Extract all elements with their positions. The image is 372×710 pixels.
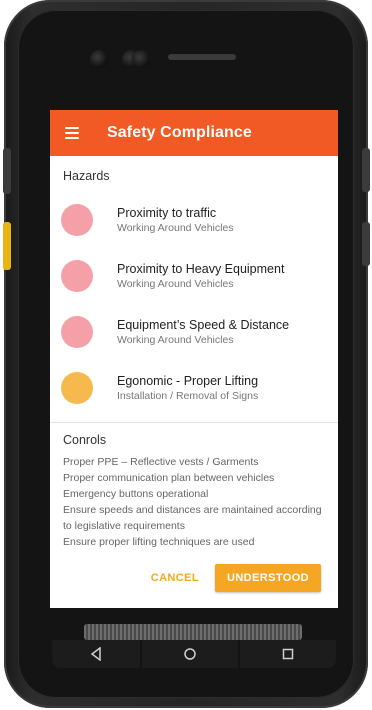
recents-icon xyxy=(282,648,294,660)
hazard-activity: Installation / Removal of Signs xyxy=(117,390,259,402)
hazards-heading: Hazards xyxy=(63,169,110,183)
control-line: Emergency buttons operational xyxy=(63,488,209,500)
hazard-activity: Working Around Vehicles xyxy=(117,334,234,346)
cancel-button[interactable]: CANCEL xyxy=(151,572,199,584)
volume-key[interactable] xyxy=(362,222,370,266)
right-side-key[interactable] xyxy=(362,148,370,192)
home-icon xyxy=(184,648,196,660)
front-camera xyxy=(90,50,108,68)
control-line: to legislative requirements xyxy=(63,520,185,532)
risk-indicator-dot xyxy=(61,372,93,404)
front-sensor-2 xyxy=(132,50,150,68)
dialog-actions: CANCEL UNDERSTOOD xyxy=(151,564,321,592)
hazard-activity: Working Around Vehicles xyxy=(117,278,234,290)
risk-indicator-dot xyxy=(61,204,93,236)
controls-heading: Conrols xyxy=(63,433,107,447)
nav-home-button[interactable] xyxy=(142,640,238,668)
app-screen: Safety Compliance Hazards Proximity to t… xyxy=(50,110,338,608)
hazard-name: Equipment’s Speed & Distance xyxy=(117,318,290,332)
ptt-button[interactable] xyxy=(3,222,11,270)
earpiece-grille xyxy=(168,54,236,60)
understood-button[interactable]: UNDERSTOOD xyxy=(214,564,321,592)
hazard-item[interactable]: Equipment’s Speed & Distance Working Aro… xyxy=(50,304,338,360)
bottom-speaker-grille xyxy=(84,624,302,640)
risk-indicator-dot xyxy=(61,316,93,348)
risk-indicator-dot xyxy=(61,260,93,292)
control-line: Ensure speeds and distances are maintain… xyxy=(63,504,322,516)
nav-back-button[interactable] xyxy=(52,640,140,668)
phone-device: Safety Compliance Hazards Proximity to t… xyxy=(4,0,368,708)
hazard-activity: Working Around Vehicles xyxy=(117,222,234,234)
app-title: Safety Compliance xyxy=(107,124,252,141)
hazards-list: Proximity to traffic Working Around Vehi… xyxy=(50,186,338,416)
back-icon xyxy=(90,647,101,661)
hazard-item[interactable]: Egonomic - Proper Lifting Installation /… xyxy=(50,360,338,416)
controls-list: Proper PPE – Reflective vests / Garments… xyxy=(50,447,338,550)
control-line: Proper communication plan between vehicl… xyxy=(63,472,275,484)
hazard-item[interactable]: Proximity to traffic Working Around Vehi… xyxy=(50,192,338,248)
nav-recents-button[interactable] xyxy=(240,640,336,668)
control-line: Proper PPE – Reflective vests / Garments xyxy=(63,456,259,468)
hazard-name: Proximity to Heavy Equipment xyxy=(117,262,285,276)
hazard-item[interactable]: Proximity to Heavy Equipment Working Aro… xyxy=(50,248,338,304)
control-line: Ensure proper lifting techniques are use… xyxy=(63,536,255,548)
hazard-name: Proximity to traffic xyxy=(117,206,217,220)
app-bar: Safety Compliance xyxy=(50,110,338,156)
left-side-key[interactable] xyxy=(3,148,11,194)
hamburger-menu-icon[interactable] xyxy=(65,127,79,139)
hazard-name: Egonomic - Proper Lifting xyxy=(117,374,259,388)
